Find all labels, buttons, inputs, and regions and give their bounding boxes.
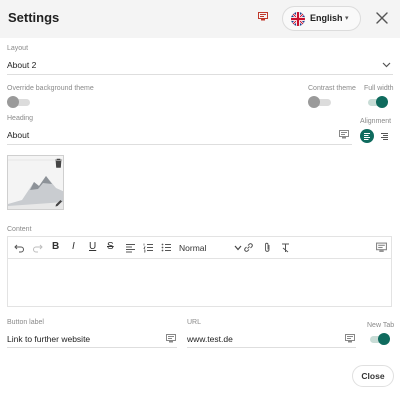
align-left-icon[interactable] — [125, 242, 136, 253]
block-format-select[interactable]: Normal — [179, 243, 206, 253]
toggle-knob — [378, 333, 390, 345]
align-right-icon — [381, 133, 388, 140]
chevron-down-icon — [382, 62, 391, 68]
button-label-underline — [7, 347, 177, 348]
image-preview[interactable] — [7, 155, 64, 210]
contrast-theme-label: Contrast theme — [308, 85, 356, 92]
full-width-label: Full width — [364, 85, 394, 92]
numbered-list-icon[interactable] — [143, 242, 154, 253]
new-tab-toggle[interactable] — [366, 333, 390, 345]
delete-icon[interactable] — [54, 158, 63, 168]
heading-value: About — [7, 130, 30, 140]
language-label: English — [310, 13, 343, 23]
strikethrough-button[interactable]: S — [107, 241, 114, 253]
alignment-label: Alignment — [360, 118, 392, 125]
button-label-input[interactable]: Link to further website — [7, 330, 177, 347]
edit-icon[interactable] — [54, 198, 63, 208]
url-label: URL — [187, 319, 202, 326]
link-icon[interactable] — [243, 242, 254, 253]
chevron-down-icon — [234, 245, 242, 251]
url-value: www.test.de — [187, 334, 233, 344]
translate-icon[interactable] — [339, 130, 349, 139]
layout-value: About 2 — [7, 60, 37, 70]
layout-label: Layout — [7, 45, 29, 52]
align-left-icon — [364, 133, 370, 140]
undo-icon[interactable] — [14, 242, 25, 253]
translate-icon[interactable] — [258, 12, 268, 21]
bullet-list-icon[interactable] — [161, 242, 172, 253]
align-right-button[interactable] — [378, 129, 392, 143]
translate-icon[interactable] — [345, 334, 355, 343]
layout-select[interactable]: About 2 — [7, 56, 393, 74]
url-input[interactable]: www.test.de — [187, 330, 356, 347]
align-left-button[interactable] — [360, 129, 374, 143]
toggle-knob — [7, 96, 19, 108]
italic-button[interactable]: I — [72, 241, 75, 253]
heading-label: Heading — [7, 115, 34, 122]
chevron-down-icon: ▾ — [345, 15, 349, 22]
redo-icon[interactable] — [32, 242, 43, 253]
modal-header: Settings English ▾ — [0, 0, 400, 38]
close-button[interactable]: Close — [352, 365, 394, 387]
toggle-knob — [308, 96, 320, 108]
button-label-value: Link to further website — [7, 334, 91, 344]
layout-underline — [7, 74, 393, 75]
attachment-icon[interactable] — [262, 242, 273, 253]
underline-button[interactable]: U — [89, 241, 96, 253]
contrast-theme-toggle[interactable] — [308, 96, 332, 108]
content-label: Content — [7, 226, 32, 233]
button-label-label: Button label — [7, 319, 44, 326]
translate-icon[interactable] — [166, 334, 176, 343]
editor-toolbar: B I U S Normal — [8, 237, 391, 259]
modal-title: Settings — [8, 10, 60, 25]
heading-input[interactable]: About — [7, 126, 352, 144]
content-editor[interactable]: B I U S Normal — [7, 236, 392, 307]
close-icon[interactable] — [375, 11, 389, 25]
uk-flag-icon — [291, 12, 305, 26]
full-width-toggle[interactable] — [364, 96, 388, 108]
override-theme-label: Override background theme — [7, 85, 94, 92]
editor-body[interactable] — [14, 263, 384, 303]
clear-format-icon[interactable] — [280, 242, 291, 253]
override-theme-toggle[interactable] — [7, 96, 31, 108]
url-underline — [187, 347, 356, 348]
language-selector[interactable]: English ▾ — [282, 6, 361, 31]
bold-button[interactable]: B — [52, 241, 59, 253]
new-tab-label: New Tab — [367, 322, 395, 329]
translate-icon[interactable] — [376, 242, 387, 253]
toggle-knob — [376, 96, 388, 108]
heading-underline — [7, 144, 352, 145]
